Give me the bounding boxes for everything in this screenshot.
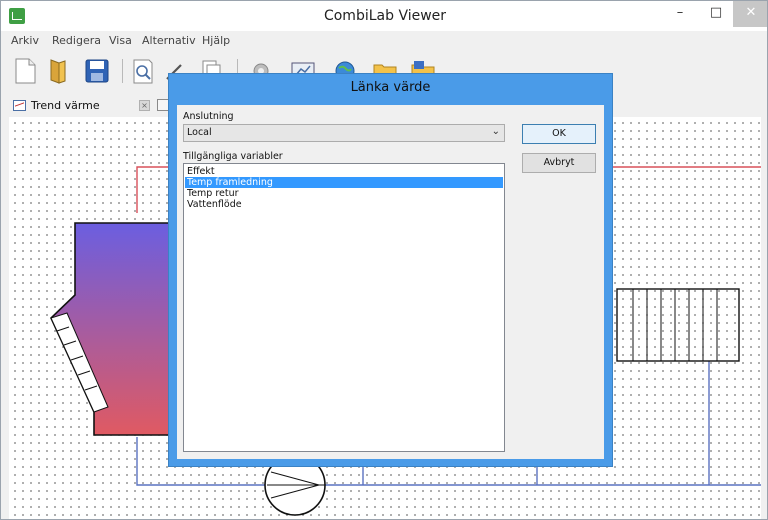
app-window: CombiLab Viewer – □ ✕ Arkiv Redigera Vis… [0,0,768,520]
chevron-down-icon: ⌄ [491,126,500,137]
radiator [616,288,740,362]
list-item[interactable]: Temp retur [185,188,503,199]
tab-close-button[interactable]: × [139,100,150,111]
tab-trend-varme[interactable]: Trend värme × [7,97,157,115]
variables-listbox[interactable]: Effekt Temp framledning Temp retur Vatte… [183,163,505,452]
close-button[interactable]: ✕ [733,1,767,27]
menu-bar: Arkiv Redigera Visa Alternativ Hjälp [1,31,767,51]
toolbar-separator [122,59,123,83]
new-document-icon[interactable] [11,57,39,85]
connection-label: Anslutning [183,111,234,122]
variables-label: Tillgängliga variabler [183,151,283,162]
minimize-button[interactable]: – [663,1,697,27]
tab-label: Trend värme [31,99,100,112]
list-item[interactable]: Effekt [185,166,503,177]
maximize-button[interactable]: □ [699,1,733,27]
ok-button[interactable]: OK [522,124,596,144]
list-item[interactable]: Vattenflöde [185,199,503,210]
connection-value: Local [187,127,212,138]
menu-arkiv[interactable]: Arkiv [11,34,39,47]
boiler-unit [50,222,170,436]
cancel-button[interactable]: Avbryt [522,153,596,173]
menu-visa[interactable]: Visa [109,34,132,47]
connection-select[interactable]: Local ⌄ [183,124,505,142]
list-item-selected[interactable]: Temp framledning [185,177,503,188]
print-preview-icon[interactable] [129,57,157,85]
trend-chart-icon [13,100,26,111]
dialog-body: Anslutning Local ⌄ Tillgängliga variable… [177,105,604,459]
dialog-title: Länka värde [350,80,431,95]
open-folder-icon[interactable] [45,57,73,85]
title-bar: CombiLab Viewer – □ ✕ [1,1,767,31]
link-value-dialog: Länka värde Anslutning Local ⌄ Tillgängl… [168,73,613,467]
menu-alternativ[interactable]: Alternativ [142,34,196,47]
save-icon[interactable] [83,57,111,85]
menu-hjalp[interactable]: Hjälp [202,34,230,47]
menu-redigera[interactable]: Redigera [52,34,101,47]
window-title: CombiLab Viewer [323,8,447,24]
